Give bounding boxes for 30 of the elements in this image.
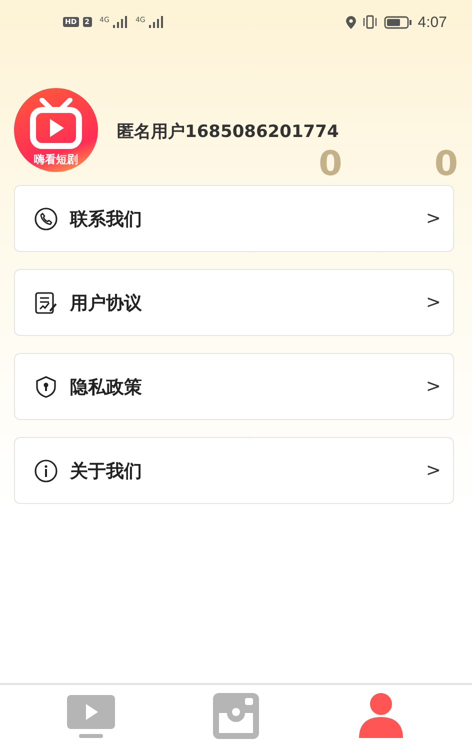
- menu-label: 关于我们: [70, 460, 143, 482]
- signal-icon: [113, 16, 128, 28]
- menu-label: 联系我们: [70, 208, 143, 230]
- shield-lock-icon: [34, 374, 58, 398]
- signal-icon: [149, 16, 164, 28]
- chevron: >: [426, 376, 441, 397]
- username: 匿名用户1685086201774: [117, 121, 339, 143]
- person-icon: [357, 692, 406, 740]
- vibrate-icon: [362, 15, 378, 29]
- chevron: >: [426, 292, 441, 313]
- clock-time: 4:07: [418, 14, 447, 30]
- menu-item[interactable]: 隐私政策 >: [14, 353, 454, 420]
- camera-icon: [212, 692, 260, 740]
- tv-play-icon: [28, 98, 84, 150]
- info-icon: [34, 458, 58, 482]
- document-edit-icon: [34, 290, 58, 314]
- phone-icon: [34, 206, 58, 230]
- battery-icon: [384, 16, 412, 28]
- stat-count: 0: [318, 144, 342, 184]
- menu-item[interactable]: 关于我们 >: [14, 437, 454, 504]
- menu-label: 隐私政策: [70, 376, 143, 398]
- location-icon: [346, 16, 356, 28]
- stat-count: 0: [434, 144, 458, 184]
- logo-caption: 嗨看短剧: [33, 152, 79, 166]
- chevron: >: [426, 208, 441, 229]
- menu-item[interactable]: 用户协议 >: [14, 269, 454, 336]
- menu-label: 用户协议: [70, 292, 143, 314]
- menu-item[interactable]: 联系我们 >: [14, 185, 454, 252]
- video-icon: [64, 693, 117, 739]
- chevron: >: [426, 460, 441, 481]
